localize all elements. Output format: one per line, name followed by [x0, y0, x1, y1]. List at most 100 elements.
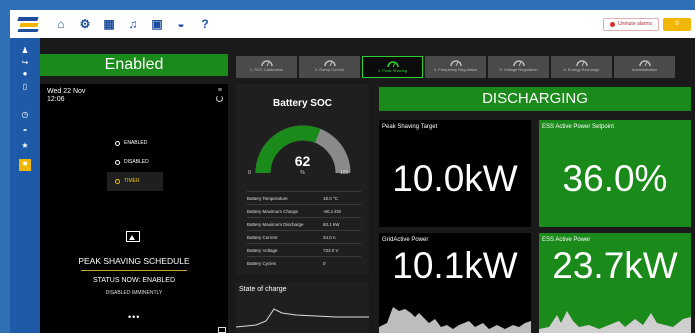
clock-icon[interactable]: ◷ [20, 110, 30, 120]
tab-label: 1. SOC Calibration [249, 67, 284, 72]
stat-label: Battery Maximum Charge [247, 208, 299, 214]
mode-tabs: 1. SOC Calibration 2. Ramp Control 3. Peak… [236, 56, 675, 78]
menu-icon[interactable]: ≡ [218, 87, 222, 94]
tab-4[interactable]: 4. Frequency Regulation [425, 56, 486, 78]
tab-7[interactable]: Administration [614, 56, 675, 78]
device-icon[interactable]: ▯ [20, 82, 30, 92]
user-menu-button[interactable]: 0 [663, 18, 691, 31]
users-icon[interactable]: ♟ [20, 46, 30, 56]
tile-value: 10.0kW [392, 158, 518, 199]
mode-option-disabled[interactable]: DISABLED [107, 153, 163, 172]
schedule-date: Wed 22 Nov [47, 88, 86, 95]
stat-label: Battery Current [247, 234, 278, 240]
radio-icon [115, 160, 120, 165]
top-navbar: ⌂ ⚙ ▦ ♫ ▣ ◒ ? Unmute alarms 0 [10, 10, 695, 38]
calendar-icon[interactable]: ▦ [102, 17, 116, 31]
grid-power-sparkline [379, 307, 531, 333]
tab-2[interactable]: 2. Ramp Control [299, 56, 360, 78]
tab-label: 5. Voltage Regulation [499, 67, 538, 72]
mode-label: ENABLED [124, 140, 148, 146]
more-options-button[interactable]: ••• [128, 312, 140, 322]
soc-chart-title: State of charge [239, 286, 287, 293]
stat-row: Battery Maximum Discharge 60.1 kW [247, 217, 361, 230]
tab-label: 3. Peak Shaving [377, 68, 408, 73]
tile-label: ESS Active Power [542, 237, 591, 243]
stat-value: 0 [323, 260, 326, 266]
gauge-icon [512, 60, 525, 67]
stat-label: Battery Temperature [247, 195, 288, 201]
gauge-icon [638, 60, 651, 67]
discharging-status: DISCHARGING [379, 87, 691, 111]
battery-soc-panel: Battery SOC 62 % 0 100 Battery Temperatu… [236, 84, 369, 275]
gear-icon[interactable]: ⚙ [78, 17, 92, 31]
mode-option-timer[interactable]: TIMER [107, 172, 163, 191]
refresh-icon[interactable] [216, 95, 223, 102]
peak-shaving-target-tile: Peak Shaving Target 10.0kW [379, 120, 531, 227]
enabled-banner: Enabled [40, 54, 228, 76]
dashboard-icon[interactable]: ◒ [174, 17, 188, 31]
logout-icon[interactable]: ↪ [20, 58, 30, 68]
mode-label: DISABLED [124, 159, 149, 165]
radio-icon [115, 179, 120, 184]
user-badge: 0 [675, 21, 679, 27]
schedule-title: PEAK SHAVING SCHEDULE [78, 256, 190, 266]
tab-3[interactable]: 3. Peak Shaving [362, 56, 423, 78]
soc-max: 100 [340, 170, 349, 176]
home-icon[interactable]: ⌂ [54, 17, 68, 31]
soc-min: 0 [248, 170, 251, 176]
expand-icon[interactable] [218, 327, 226, 333]
battery-stats-table: Battery Temperature 18.0 °C Battery Maximu… [247, 191, 361, 269]
soc-value: 62 [294, 153, 311, 169]
gauge-icon[interactable]: ◓ [20, 126, 30, 136]
user-icon[interactable]: ● [20, 69, 30, 79]
unmute-alarms-button[interactable]: Unmute alarms [603, 18, 659, 31]
gauge-icon [575, 60, 588, 67]
tile-label: GridActive Power [382, 237, 429, 243]
soc-chart-panel: State of charge [236, 283, 369, 333]
tab-label: Administration [631, 67, 658, 72]
star-icon[interactable]: ★ [20, 141, 30, 151]
tab-1[interactable]: 1. SOC Calibration [236, 56, 297, 78]
tab-label: 4. Frequency Regulation [433, 67, 478, 72]
ess-power-sparkline [539, 311, 691, 333]
ess-setpoint-tile: ESS Active Power Setpoint 36.0% [539, 120, 691, 227]
mode-label: TIMER [124, 178, 140, 184]
ess-active-power-tile: ESS Active Power 23.7kW [539, 233, 691, 333]
stat-label: Battery Maximum Discharge [247, 221, 304, 227]
stat-label: Battery Cycles [247, 260, 277, 266]
mode-option-enabled[interactable]: ENABLED [107, 134, 163, 153]
stat-value: 34.0 A [323, 234, 336, 240]
soc-chart-line [236, 308, 369, 328]
tile-label: Peak Shaving Target [382, 124, 438, 130]
stat-row: Battery Voltage 733.0 V [247, 243, 361, 256]
soc-unit: % [300, 170, 305, 176]
grid-active-power-tile: GridActive Power 10.1kW [379, 233, 531, 333]
tab-5[interactable]: 5. Voltage Regulation [488, 56, 549, 78]
image-icon [126, 231, 140, 242]
stat-row: Battery Temperature 18.0 °C [247, 191, 361, 204]
radio-icon [115, 141, 120, 146]
grid-icon[interactable]: ▣ [150, 17, 164, 31]
gauge-icon [323, 60, 336, 67]
tile-label: ESS Active Power Setpoint [542, 124, 615, 130]
brand-logo[interactable] [17, 15, 40, 33]
battery-soc-title: Battery SOC [273, 98, 332, 109]
stat-value: 733.0 V [323, 247, 339, 253]
bell-icon[interactable]: ♫ [126, 17, 140, 31]
schedule-panel: Wed 22 Nov 12:06 ≡ ENABLED DISABLED TIMER … [40, 84, 228, 333]
tab-label: 2. Ramp Control [314, 67, 345, 72]
schedule-status-detail: DISABLED IMMINENTLY [105, 290, 163, 296]
soc-gauge [255, 125, 351, 174]
stat-value: -60.1 kW [323, 208, 342, 214]
tab-6[interactable]: 6. Energy Exchange [551, 56, 612, 78]
gauge-icon [449, 60, 462, 67]
stat-row: Battery Maximum Charge -60.1 kW [247, 204, 361, 217]
help-icon[interactable]: ? [198, 17, 212, 31]
tile-value: 36.0% [562, 158, 668, 199]
gauge-icon [260, 60, 273, 67]
tab-label: 6. Energy Exchange [563, 67, 600, 72]
schedule-time: 12:06 [47, 96, 65, 103]
sun-icon[interactable]: ✹ [19, 159, 31, 171]
stat-value: 60.1 kW [323, 221, 340, 227]
unmute-alarms-label: Unmute alarms [618, 21, 652, 27]
